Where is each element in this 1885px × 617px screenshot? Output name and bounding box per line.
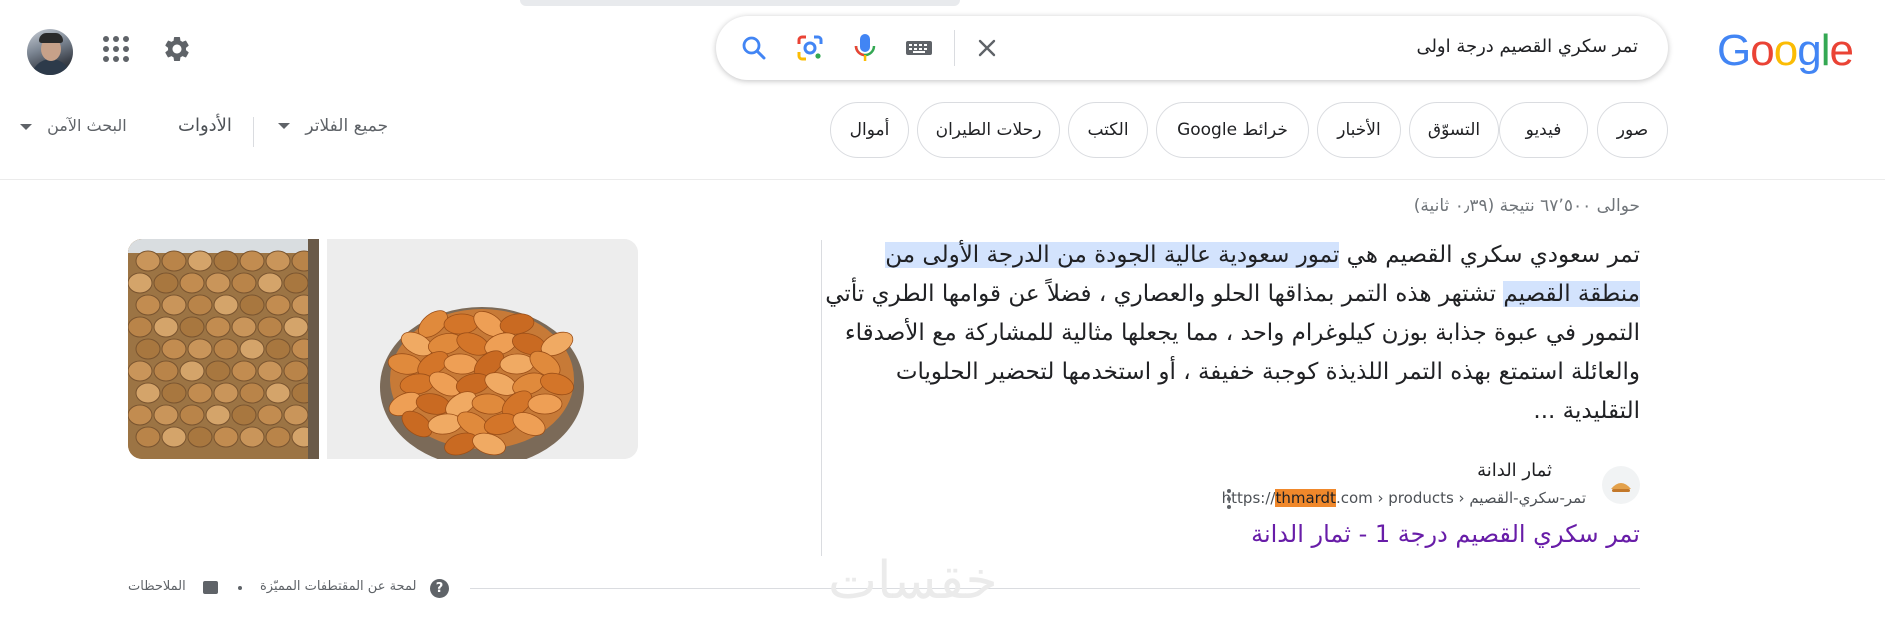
chip-flights[interactable]: رحلات الطيران	[917, 102, 1060, 158]
gear-icon[interactable]	[162, 34, 192, 64]
logo-letter: l	[1820, 26, 1831, 75]
top-overlay-edge	[520, 0, 960, 6]
safe-search-label: البحث الآمن	[47, 116, 127, 135]
apps-grid-icon[interactable]	[103, 36, 129, 62]
more-options-icon[interactable]	[1225, 489, 1233, 509]
search-box[interactable]: تمر سكري القصيم درجة اولى	[716, 16, 1668, 80]
avatar[interactable]	[27, 29, 73, 75]
chip-images[interactable]: صور	[1597, 102, 1668, 158]
search-query[interactable]: تمر سكري القصيم درجة اولى	[1416, 36, 1638, 57]
url-rest: .com › products › تمر-سكري-القصيم	[1335, 489, 1586, 507]
featured-snippet-text: تمر سعودي سكري القصيم هي تمور سعودية عال…	[820, 236, 1640, 431]
chip-maps[interactable]: خرائط Google	[1156, 102, 1309, 158]
about-featured-snippets-link[interactable]: لمحة عن المقتطفات المميّزة	[260, 579, 416, 594]
safe-search-button[interactable]: البحث الآمن	[20, 116, 127, 135]
feedback-icon[interactable]	[203, 581, 218, 594]
logo-letter: o	[1750, 26, 1775, 75]
chip-shopping[interactable]: التسوّق	[1409, 102, 1499, 158]
tools-button[interactable]: الأدوات	[178, 115, 232, 136]
results-count: حوالى ٦٧٬٥٠٠ نتيجة (٠٫٣٩ ثانية)	[1413, 196, 1640, 216]
site-favicon[interactable]	[1602, 466, 1640, 504]
search-divider	[954, 30, 955, 66]
site-name[interactable]: ثمار الدانة	[1477, 460, 1552, 481]
result-title-link[interactable]: تمر سكري القصيم درجة 1 - ثمار الدانة	[1251, 520, 1640, 548]
logo-letter: g	[1797, 26, 1822, 75]
logo-letter: G	[1717, 26, 1751, 75]
lens-icon[interactable]	[794, 32, 826, 64]
url-highlight: thmardt	[1275, 489, 1336, 507]
snippet-divider	[821, 240, 822, 556]
chip-books[interactable]: الكتب	[1068, 102, 1148, 158]
chip-videos[interactable]: فيديو	[1499, 102, 1588, 158]
chip-news[interactable]: الأخبار	[1317, 102, 1401, 158]
mic-icon[interactable]	[849, 32, 881, 64]
separator-dot	[238, 586, 242, 590]
all-filters-button[interactable]: جميع الفلاتر	[278, 116, 388, 136]
dates-box-image[interactable]	[128, 239, 319, 459]
keyboard-icon[interactable]	[903, 32, 935, 64]
help-icon[interactable]: ?	[430, 579, 449, 598]
dates-bowl-image[interactable]	[327, 239, 638, 459]
chip-finance[interactable]: أموال	[830, 102, 909, 158]
chevron-down-icon	[20, 123, 32, 130]
google-logo[interactable]: Google	[1717, 26, 1855, 76]
logo-letter: e	[1829, 26, 1855, 75]
tools-divider	[253, 117, 254, 147]
feedback-link[interactable]: الملاحظات	[128, 579, 186, 594]
all-filters-label: جميع الفلاتر	[305, 116, 389, 136]
snippet-part1: تمر سعودي سكري القصيم هي	[1339, 242, 1640, 268]
header-divider	[0, 179, 1885, 180]
logo-letter: o	[1773, 26, 1799, 75]
footer-divider	[470, 588, 1640, 589]
chevron-down-icon	[278, 123, 290, 129]
site-url[interactable]: https://thmardt.com › products › تمر-سكر…	[1222, 489, 1586, 507]
close-icon[interactable]	[971, 32, 1003, 64]
watermark: خقسات	[828, 551, 998, 611]
search-icon[interactable]	[738, 32, 770, 64]
